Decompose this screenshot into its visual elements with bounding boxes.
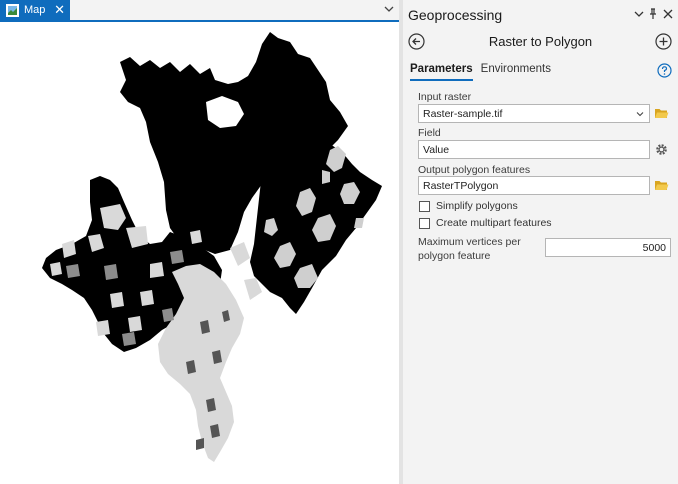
pin-icon[interactable] bbox=[647, 8, 659, 20]
multipart-label: Create multipart features bbox=[436, 217, 552, 229]
raster-map-canvas[interactable] bbox=[0, 22, 399, 484]
output-features-input[interactable]: RasterTPolygon bbox=[418, 176, 650, 195]
map-view: Map ✕ bbox=[0, 0, 399, 484]
pane-title: Geoprocessing bbox=[408, 7, 503, 23]
gear-icon[interactable] bbox=[654, 142, 669, 157]
tab-parameters[interactable]: Parameters bbox=[410, 63, 473, 81]
map-tab-label: Map bbox=[24, 4, 46, 16]
help-icon[interactable] bbox=[657, 63, 672, 78]
simplify-polygons-label: Simplify polygons bbox=[436, 200, 518, 212]
map-document-icon bbox=[6, 3, 19, 17]
input-raster-label: Input raster bbox=[418, 91, 472, 103]
input-raster-dropdown[interactable]: Raster-sample.tif bbox=[418, 104, 650, 123]
tool-title: Raster to Polygon bbox=[488, 34, 593, 49]
back-arrow-icon[interactable] bbox=[408, 33, 425, 50]
field-value: Value bbox=[423, 144, 450, 156]
field-label: Field bbox=[418, 127, 441, 139]
max-vertices-input[interactable]: 5000 bbox=[545, 238, 671, 257]
chevron-down-icon bbox=[636, 112, 644, 117]
multipart-option[interactable]: Create multipart features bbox=[419, 217, 552, 229]
tool-tabs: Parameters Environments bbox=[410, 63, 559, 83]
map-tab[interactable]: Map ✕ bbox=[0, 0, 70, 20]
add-icon[interactable] bbox=[655, 33, 672, 50]
max-vertices-label: Maximum vertices per polygon feature bbox=[418, 236, 521, 262]
input-raster-value: Raster-sample.tif bbox=[423, 108, 503, 120]
field-dropdown[interactable]: Value bbox=[418, 140, 650, 159]
output-features-value: RasterTPolygon bbox=[423, 180, 499, 192]
browse-folder-icon[interactable] bbox=[654, 106, 669, 121]
browse-folder-icon[interactable] bbox=[654, 178, 669, 193]
map-tab-bar: Map ✕ bbox=[0, 0, 399, 22]
pane-options-chevron-icon[interactable] bbox=[633, 8, 645, 20]
simplify-polygons-option[interactable]: Simplify polygons bbox=[419, 200, 518, 212]
simplify-polygons-checkbox[interactable] bbox=[419, 200, 430, 212]
close-icon[interactable]: ✕ bbox=[54, 2, 65, 18]
output-features-label: Output polygon features bbox=[418, 164, 531, 176]
tab-environments[interactable]: Environments bbox=[481, 63, 551, 79]
close-icon[interactable] bbox=[662, 8, 674, 20]
chevron-down-icon[interactable] bbox=[383, 3, 395, 15]
multipart-checkbox[interactable] bbox=[419, 217, 430, 229]
geoprocessing-pane: Geoprocessing Raster to Polygon Paramete… bbox=[403, 0, 678, 484]
